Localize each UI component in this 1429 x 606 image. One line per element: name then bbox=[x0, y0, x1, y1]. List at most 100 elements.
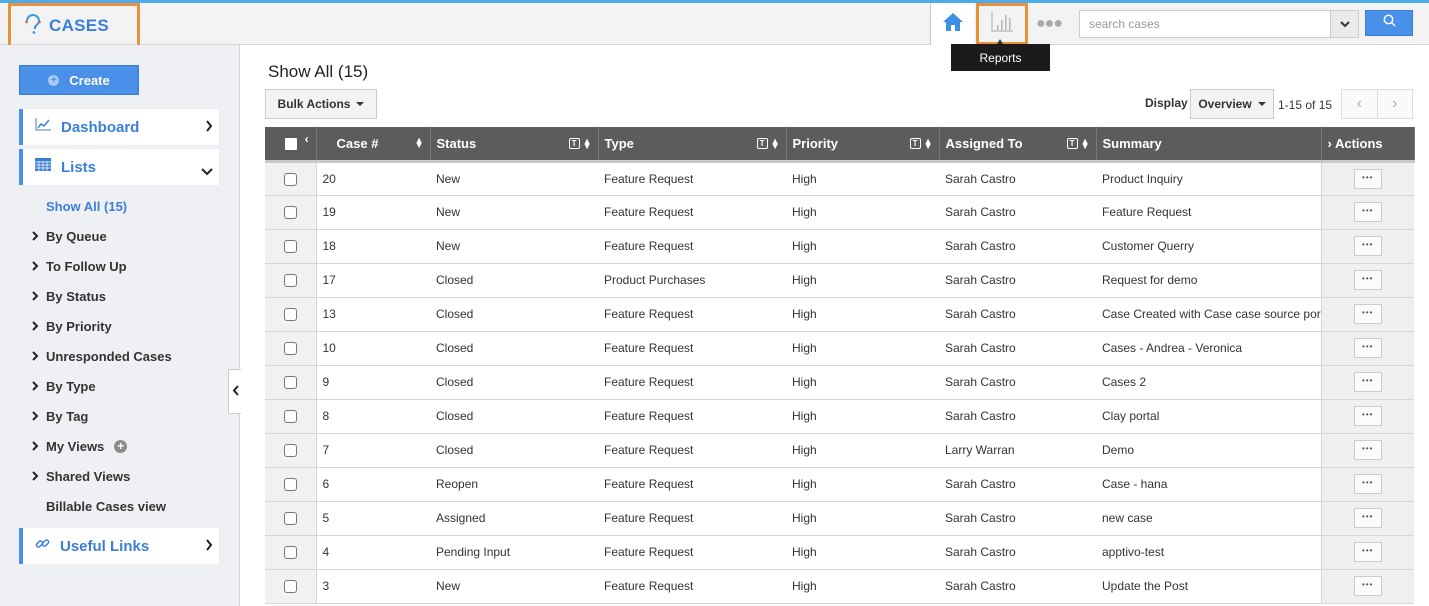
list-item-billable-cases-view[interactable]: Billable Cases view bbox=[46, 499, 166, 514]
case-number-cell[interactable]: 17 bbox=[316, 263, 430, 298]
list-item-unresponded-cases[interactable]: Unresponded Cases bbox=[32, 349, 172, 364]
case-number-cell[interactable]: 3 bbox=[316, 569, 430, 604]
table-row[interactable]: 6 Reopen Feature Request High Sarah Castro Ca… bbox=[265, 467, 1414, 502]
row-actions-button[interactable]: ••• bbox=[1353, 406, 1382, 426]
row-checkbox[interactable] bbox=[283, 274, 297, 288]
table-row[interactable]: 7 Closed Feature Request High Larry Warran De… bbox=[265, 433, 1414, 468]
row-checkbox[interactable] bbox=[283, 240, 297, 254]
row-checkbox[interactable] bbox=[283, 342, 297, 356]
prev-page-button[interactable]: ‹ bbox=[1342, 90, 1378, 118]
column-header-case[interactable]: Case # ▲ ▼ bbox=[316, 127, 431, 163]
row-actions-button[interactable]: ••• bbox=[1353, 338, 1382, 358]
filter-icon[interactable]: T bbox=[756, 138, 768, 149]
row-actions-button[interactable]: ••• bbox=[1353, 576, 1382, 596]
case-number-cell[interactable]: 6 bbox=[316, 467, 430, 502]
column-header-type[interactable]: Type T ▲ ▼ bbox=[598, 127, 787, 163]
filter-icon[interactable]: T bbox=[909, 138, 921, 149]
sidebar-item-dashboard[interactable]: Dashboard bbox=[19, 109, 219, 145]
row-checkbox[interactable] bbox=[283, 206, 297, 220]
table-row[interactable]: 20 New Feature Request High Sarah Castro Prod… bbox=[265, 161, 1414, 196]
table-row[interactable]: 5 Assigned Feature Request High Sarah Castro… bbox=[265, 501, 1414, 536]
list-item-show-all[interactable]: Show All (15) bbox=[46, 199, 127, 214]
row-actions-button[interactable]: ••• bbox=[1353, 202, 1382, 222]
list-item-by-status[interactable]: By Status bbox=[32, 289, 106, 304]
row-checkbox[interactable] bbox=[283, 580, 297, 594]
row-checkbox[interactable] bbox=[283, 410, 297, 424]
row-checkbox[interactable] bbox=[283, 376, 297, 390]
more-button[interactable]: ●●● bbox=[1028, 3, 1070, 45]
table-row[interactable]: 10 Closed Feature Request High Sarah Castro C… bbox=[265, 331, 1414, 366]
column-header-status[interactable]: Status T ▲ ▼ bbox=[430, 127, 599, 163]
display-select[interactable]: Overview bbox=[1190, 89, 1274, 119]
next-page-button[interactable]: › bbox=[1378, 90, 1413, 118]
table-row[interactable]: 8 Closed Feature Request High Sarah Castro Cl… bbox=[265, 399, 1414, 434]
row-checkbox[interactable] bbox=[283, 512, 297, 526]
column-header-summary[interactable]: Summary bbox=[1096, 127, 1322, 163]
status-cell: New bbox=[430, 195, 598, 230]
row-actions-button[interactable]: ••• bbox=[1353, 168, 1382, 189]
row-actions-button[interactable]: ••• bbox=[1353, 508, 1382, 528]
list-item-by-tag[interactable]: By Tag bbox=[32, 409, 88, 424]
row-actions-button[interactable]: ••• bbox=[1353, 474, 1382, 494]
sort-icon[interactable]: ▲ ▼ bbox=[583, 136, 592, 150]
list-item-by-type[interactable]: By Type bbox=[32, 379, 96, 394]
case-number-cell[interactable]: 9 bbox=[316, 365, 430, 400]
row-checkbox[interactable] bbox=[283, 172, 297, 186]
row-actions-button[interactable]: ••• bbox=[1353, 236, 1382, 256]
bulk-actions-button[interactable]: Bulk Actions bbox=[265, 89, 377, 119]
row-actions-button[interactable]: ••• bbox=[1353, 304, 1382, 324]
create-button[interactable]: + Create bbox=[19, 65, 139, 95]
case-number-cell[interactable]: 20 bbox=[316, 161, 430, 196]
case-number-cell[interactable]: 18 bbox=[316, 229, 430, 264]
case-number-cell[interactable]: 19 bbox=[316, 195, 430, 230]
table-row[interactable]: 18 New Feature Request High Sarah Castro Cust… bbox=[265, 229, 1414, 264]
row-checkbox[interactable] bbox=[283, 478, 297, 492]
case-number-cell[interactable]: 7 bbox=[316, 433, 430, 468]
row-actions-button[interactable]: ••• bbox=[1353, 270, 1382, 290]
table-row[interactable]: 13 Closed Feature Request High Sarah Castro C… bbox=[265, 297, 1414, 332]
chevron-right-icon bbox=[32, 469, 46, 484]
sort-icon[interactable]: ▲ ▼ bbox=[924, 136, 933, 150]
add-view-icon[interactable]: + bbox=[114, 440, 128, 453]
row-checkbox[interactable] bbox=[283, 444, 297, 458]
app-brand[interactable]: CASES bbox=[8, 3, 140, 49]
row-actions-button[interactable]: ••• bbox=[1353, 542, 1382, 562]
table-row[interactable]: 3 New Feature Request High Sarah Castro Updat… bbox=[265, 569, 1414, 604]
case-number-cell[interactable]: 13 bbox=[316, 297, 430, 332]
sidebar-item-useful-links[interactable]: Useful Links bbox=[19, 528, 219, 564]
sidebar-item-lists[interactable]: Lists bbox=[19, 149, 219, 185]
column-header-priority[interactable]: Priority T ▲ ▼ bbox=[786, 127, 940, 163]
case-number-cell[interactable]: 5 bbox=[316, 501, 430, 536]
search-dropdown-button[interactable] bbox=[1330, 11, 1358, 37]
sidebar-collapse-toggle[interactable] bbox=[228, 369, 241, 414]
home-button[interactable] bbox=[930, 3, 974, 45]
table-row[interactable]: 9 Closed Feature Request High Sarah Castro Ca… bbox=[265, 365, 1414, 400]
filter-icon[interactable]: T bbox=[568, 138, 580, 149]
sort-icon[interactable]: ▲ ▼ bbox=[415, 136, 424, 150]
list-item-shared-views[interactable]: Shared Views bbox=[32, 469, 130, 484]
expand-columns-icon[interactable]: › bbox=[1328, 136, 1332, 151]
case-number-cell[interactable]: 10 bbox=[316, 331, 430, 366]
table-row[interactable]: 17 Closed Product Purchases High Sarah Castr… bbox=[265, 263, 1414, 298]
select-all-checkbox[interactable] bbox=[285, 138, 297, 151]
row-checkbox[interactable] bbox=[283, 308, 297, 322]
sort-icon[interactable]: ▲ ▼ bbox=[771, 136, 780, 150]
actions-cell: ••• bbox=[1320, 501, 1414, 536]
table-row[interactable]: 19 New Feature Request High Sarah Castro Feat… bbox=[265, 195, 1414, 230]
filter-icon[interactable]: T bbox=[1066, 138, 1078, 149]
search-input[interactable] bbox=[1080, 11, 1330, 37]
list-item-by-priority[interactable]: By Priority bbox=[32, 319, 112, 334]
case-number-cell[interactable]: 4 bbox=[316, 535, 430, 570]
list-item-my-views[interactable]: My Views + bbox=[32, 439, 128, 454]
row-actions-button[interactable]: ••• bbox=[1353, 440, 1382, 460]
list-item-to-follow-up[interactable]: To Follow Up bbox=[32, 259, 127, 274]
list-item-by-queue[interactable]: By Queue bbox=[32, 229, 107, 244]
search-button[interactable] bbox=[1365, 10, 1413, 36]
row-actions-button[interactable]: ••• bbox=[1353, 372, 1382, 392]
table-row[interactable]: 4 Pending Input Feature Request High Sarah C… bbox=[265, 535, 1414, 570]
row-checkbox[interactable] bbox=[283, 546, 297, 560]
column-header-assigned-to[interactable]: Assigned To T ▲ ▼ bbox=[939, 127, 1097, 163]
case-number-cell[interactable]: 8 bbox=[316, 399, 430, 434]
sort-icon[interactable]: ▲ ▼ bbox=[1081, 136, 1090, 150]
collapse-columns-icon[interactable]: ‹ bbox=[305, 132, 309, 146]
